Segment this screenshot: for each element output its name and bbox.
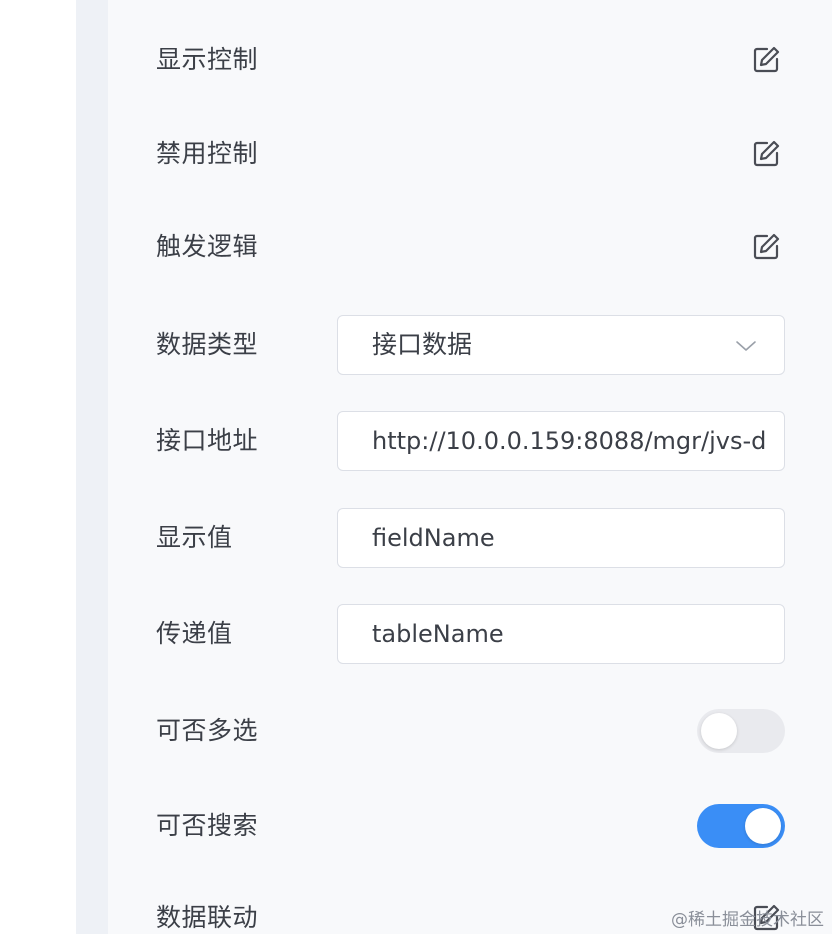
display-control-label: 显示控制 xyxy=(156,45,259,74)
display-value-label: 显示值 xyxy=(156,523,233,552)
multi-select-label: 可否多选 xyxy=(156,716,259,745)
searchable-label: 可否搜索 xyxy=(156,811,259,840)
api-url-input[interactable] xyxy=(372,412,772,470)
watermark: @稀土掘金技术社区 xyxy=(671,910,824,930)
row-pass-value: 传递值 xyxy=(108,604,832,664)
row-multi-select: 可否多选 xyxy=(108,701,832,761)
row-display-value: 显示值 xyxy=(108,508,832,568)
properties-panel: 显示控制 禁用控制 触发逻辑 数据类型 接口数据 接口地址 http://10.… xyxy=(108,0,832,934)
pass-value-input[interactable] xyxy=(372,605,772,663)
api-url-label: 接口地址 xyxy=(156,426,259,455)
row-api-url: 接口地址 xyxy=(108,411,832,471)
trigger-logic-edit-button[interactable] xyxy=(750,231,782,263)
display-value-input[interactable] xyxy=(372,509,772,567)
left-margin xyxy=(0,0,76,934)
row-display-control: 显示控制 xyxy=(108,30,832,90)
chevron-down-icon xyxy=(734,334,758,358)
edit-icon xyxy=(753,140,780,167)
data-linkage-label: 数据联动 xyxy=(156,903,259,932)
edit-icon xyxy=(753,46,780,73)
display-value-field-box xyxy=(337,508,785,568)
disable-control-edit-button[interactable] xyxy=(750,138,782,170)
toggle-knob xyxy=(745,808,781,844)
api-url-field-box xyxy=(337,411,785,471)
left-rail xyxy=(76,0,108,934)
display-control-edit-button[interactable] xyxy=(750,44,782,76)
row-data-type: 数据类型 接口数据 xyxy=(108,315,832,375)
toggle-knob xyxy=(701,713,737,749)
pass-value-label: 传递值 xyxy=(156,619,233,648)
edit-icon xyxy=(753,233,780,260)
disable-control-label: 禁用控制 xyxy=(156,139,259,168)
searchable-toggle[interactable] xyxy=(697,804,785,848)
row-searchable: 可否搜索 xyxy=(108,796,832,856)
row-disable-control: 禁用控制 xyxy=(108,124,832,184)
row-trigger-logic: 触发逻辑 xyxy=(108,217,832,277)
data-type-selected-value: 接口数据 xyxy=(372,330,473,359)
trigger-logic-label: 触发逻辑 xyxy=(156,232,259,261)
pass-value-field-box xyxy=(337,604,785,664)
data-type-label: 数据类型 xyxy=(156,330,259,359)
multi-select-toggle[interactable] xyxy=(697,709,785,753)
data-type-select[interactable]: 接口数据 xyxy=(337,315,785,375)
